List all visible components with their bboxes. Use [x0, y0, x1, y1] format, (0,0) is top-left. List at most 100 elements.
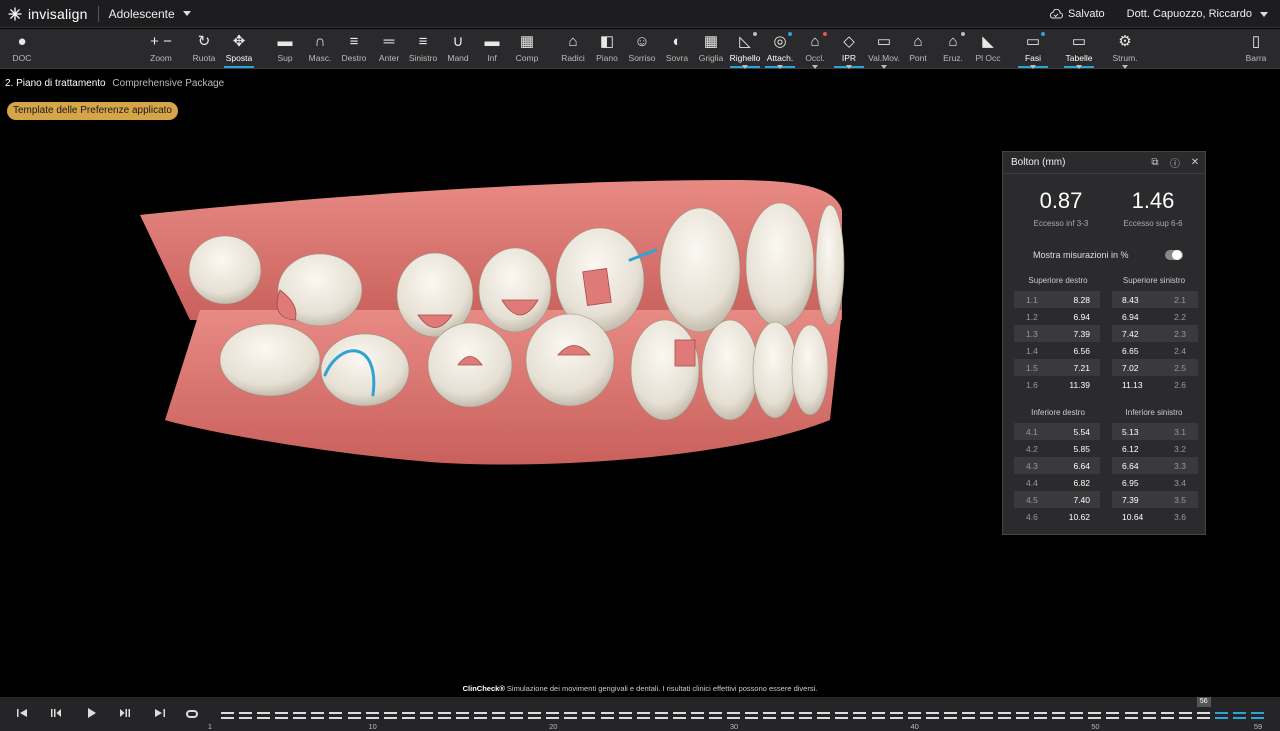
dental-3d-model[interactable]: [130, 170, 850, 490]
stage-segment[interactable]: [437, 717, 451, 719]
timeline-start-knob[interactable]: [186, 710, 198, 718]
stage-segment[interactable]: [329, 717, 343, 719]
help-icon[interactable]: ⓘ: [1165, 155, 1185, 170]
stage-segment[interactable]: [1016, 712, 1030, 714]
play-button[interactable]: [82, 705, 102, 721]
stage-segment[interactable]: [1034, 712, 1048, 714]
stage-segment[interactable]: [672, 717, 686, 719]
stage-segment[interactable]: [979, 717, 993, 719]
stage-segment[interactable]: [961, 717, 975, 719]
toolbar-zoom-button[interactable]: + − Zoom: [141, 29, 181, 69]
stage-segment[interactable]: [907, 712, 921, 714]
stage-segment[interactable]: [961, 712, 975, 714]
stage-segment[interactable]: [781, 712, 795, 714]
toolbar-lower-jaw-button[interactable]: ▬ Inf: [472, 29, 512, 69]
stage-segment[interactable]: [401, 712, 415, 714]
copy-icon[interactable]: ⧉: [1145, 157, 1165, 168]
stage-segment[interactable]: [365, 712, 379, 714]
stage-segment[interactable]: [275, 717, 289, 719]
stage-segment[interactable]: [1142, 712, 1156, 714]
stage-segment[interactable]: [347, 712, 361, 714]
stage-segment[interactable]: [871, 717, 885, 719]
stage-segment[interactable]: [1070, 717, 1084, 719]
stage-segment[interactable]: [239, 712, 253, 714]
stage-segment[interactable]: [727, 712, 740, 714]
stage-segment[interactable]: [1088, 717, 1102, 719]
stage-segment[interactable]: [546, 717, 560, 719]
toolbar-rotate-button[interactable]: ↻ Ruota: [184, 29, 224, 69]
stage-segment[interactable]: [943, 712, 957, 714]
stage-segment[interactable]: [799, 717, 813, 719]
stage-segment[interactable]: [582, 712, 596, 714]
preference-template-badge[interactable]: Template delle Preferenze applicato: [7, 102, 178, 120]
stage-segment[interactable]: [275, 712, 289, 714]
stage-segment[interactable]: [564, 717, 578, 719]
stage-segment[interactable]: [1124, 717, 1138, 719]
stage-segment[interactable]: [383, 712, 397, 714]
toolbar-move-button[interactable]: ✥ Sposta: [219, 29, 259, 69]
stage-segment[interactable]: [1251, 712, 1264, 714]
stage-segment[interactable]: [347, 717, 361, 719]
stage-segment[interactable]: [835, 717, 849, 719]
stage-segment[interactable]: [455, 717, 469, 719]
stage-segment[interactable]: [654, 717, 668, 719]
toolbar-right-view-button[interactable]: ≡ Destro: [334, 29, 374, 69]
stage-segment[interactable]: [1232, 712, 1246, 714]
stage-segment[interactable]: [455, 712, 469, 714]
stage-segment[interactable]: [925, 717, 939, 719]
stage-segment[interactable]: [781, 717, 795, 719]
stage-segment[interactable]: [708, 717, 722, 719]
stage-segment[interactable]: [636, 717, 650, 719]
stage-segment[interactable]: [293, 712, 307, 714]
stage-segment[interactable]: [492, 717, 506, 719]
stage-segment[interactable]: [419, 717, 433, 719]
stage-segment[interactable]: [1178, 717, 1192, 719]
stage-segment[interactable]: [1034, 717, 1048, 719]
stage-segment[interactable]: [889, 712, 903, 714]
stage-segment[interactable]: [1214, 712, 1228, 714]
stage-segment[interactable]: [925, 712, 939, 714]
stage-segment[interactable]: [528, 712, 542, 714]
stage-segment[interactable]: [474, 712, 488, 714]
stage-segment[interactable]: [401, 717, 415, 719]
stage-segment[interactable]: [419, 712, 433, 714]
stage-segment[interactable]: [1178, 712, 1192, 714]
stage-segment[interactable]: [564, 712, 578, 714]
stage-segment[interactable]: [1251, 717, 1264, 719]
stage-segment[interactable]: [1124, 712, 1138, 714]
stage-segment[interactable]: [510, 712, 524, 714]
stage-segment[interactable]: [1052, 712, 1066, 714]
toolbar-tables-folder-button[interactable]: ▭ Tabelle: [1059, 29, 1099, 69]
stage-segment[interactable]: [1088, 712, 1102, 714]
toolbar-gear-button[interactable]: ⚙ Strum.: [1105, 29, 1145, 69]
stage-segment[interactable]: [221, 717, 235, 719]
current-stage-marker[interactable]: 56: [1196, 697, 1211, 707]
toolbar-left-view-button[interactable]: ≡ Sinistro: [403, 29, 443, 69]
stage-segment[interactable]: [1106, 712, 1120, 714]
stage-segment[interactable]: [745, 712, 759, 714]
stage-segment[interactable]: [817, 712, 831, 714]
stage-segment[interactable]: [329, 712, 343, 714]
toolbar-occlusal-plane-button[interactable]: ◣ Pl Occ: [968, 29, 1008, 69]
toolbar-sidebar-button[interactable]: ▯ Barra: [1236, 29, 1276, 69]
toolbar-attachment-button[interactable]: ◎ Attach.: [760, 29, 800, 69]
stage-segment[interactable]: [998, 717, 1012, 719]
stage-segment[interactable]: [1016, 717, 1030, 719]
close-icon[interactable]: ✕: [1185, 157, 1205, 168]
toolbar-plane-button[interactable]: ◧ Piano: [587, 29, 627, 69]
stage-segment[interactable]: [654, 712, 668, 714]
stage-segment[interactable]: [257, 717, 271, 719]
toolbar-ruler-button[interactable]: ◺ Righello: [725, 29, 765, 69]
stage-segment[interactable]: [510, 717, 524, 719]
stage-segment[interactable]: [943, 717, 957, 719]
stage-segment[interactable]: [1142, 717, 1156, 719]
percent-toggle[interactable]: [1165, 250, 1183, 260]
stage-segment[interactable]: [528, 717, 542, 719]
stage-segment[interactable]: [1070, 712, 1084, 714]
stage-segment[interactable]: [1106, 717, 1120, 719]
toolbar-eruption-button[interactable]: ⌂ Eruz.: [933, 29, 973, 69]
patient-type-dropdown[interactable]: Adolescente: [109, 7, 191, 21]
stage-segment[interactable]: [727, 717, 740, 719]
toolbar-compare-grid-button[interactable]: ▦ Comp: [507, 29, 547, 69]
stage-segment[interactable]: [618, 717, 632, 719]
